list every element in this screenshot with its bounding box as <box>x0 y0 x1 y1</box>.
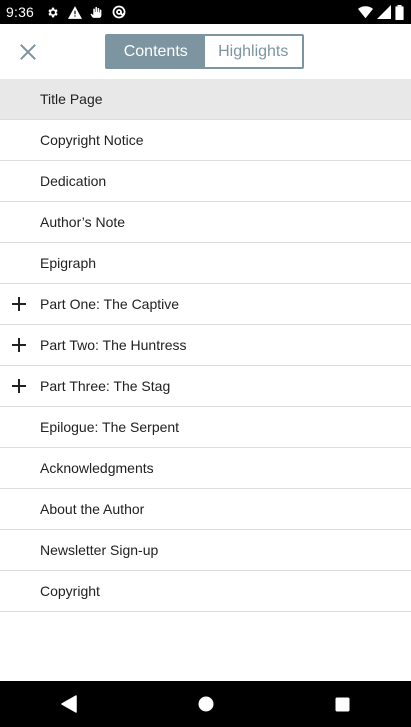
table-of-contents-list: Title Page Copyright Notice Dedication Auth… <box>0 79 411 612</box>
status-bar-right <box>358 4 404 20</box>
home-circle-icon <box>198 696 214 712</box>
toc-header: Contents Highlights <box>0 24 411 79</box>
toc-item-label: Copyright <box>40 583 100 599</box>
recents-button[interactable] <box>323 684 363 724</box>
toc-item[interactable]: Copyright Notice <box>0 120 411 161</box>
at-sign-icon <box>111 5 126 20</box>
toc-item[interactable]: Part One: The Captive <box>0 284 411 325</box>
toc-item[interactable]: Epigraph <box>0 243 411 284</box>
toc-item[interactable]: About the Author <box>0 489 411 530</box>
toc-item[interactable]: Dedication <box>0 161 411 202</box>
settings-gear-icon <box>45 5 60 20</box>
toc-item-label: About the Author <box>40 501 145 517</box>
toc-item[interactable]: Acknowledgments <box>0 448 411 489</box>
toc-item-label: Copyright Notice <box>40 132 144 148</box>
toc-item-label: Newsletter Sign-up <box>40 542 159 558</box>
home-button[interactable] <box>186 684 226 724</box>
tab-highlights[interactable]: Highlights <box>204 36 302 67</box>
status-bar: 9:36 <box>0 0 411 24</box>
expand-plus-icon[interactable] <box>11 296 27 312</box>
toc-item-label: Part Two: The Huntress <box>40 337 187 353</box>
toc-item-label: Part Three: The Stag <box>40 378 171 394</box>
battery-icon <box>394 4 404 20</box>
back-button[interactable] <box>49 684 89 724</box>
toc-item[interactable]: Newsletter Sign-up <box>0 530 411 571</box>
toc-item-label: Author’s Note <box>40 214 126 230</box>
tab-contents[interactable]: Contents <box>107 36 205 67</box>
status-bar-left: 9:36 <box>6 4 126 20</box>
toc-item-label: Epigraph <box>40 255 97 271</box>
toc-item[interactable]: Part Three: The Stag <box>0 366 411 407</box>
navigation-bar <box>0 681 411 727</box>
contents-highlights-toggle: Contents Highlights <box>105 34 304 69</box>
expand-plus-icon[interactable] <box>11 337 27 353</box>
toc-item[interactable]: Epilogue: The Serpent <box>0 407 411 448</box>
cellular-signal-icon <box>376 5 391 20</box>
close-x-icon <box>20 44 36 60</box>
warning-triangle-icon <box>67 5 82 20</box>
toc-item[interactable]: Part Two: The Huntress <box>0 325 411 366</box>
close-button[interactable] <box>12 36 44 68</box>
wifi-icon <box>358 5 373 20</box>
expand-plus-icon[interactable] <box>11 378 27 394</box>
toc-item[interactable]: Title Page <box>0 79 411 120</box>
toc-item-label: Dedication <box>40 173 107 189</box>
recents-square-icon <box>335 697 350 712</box>
toc-item-label: Epilogue: The Serpent <box>40 419 180 435</box>
toc-item-label: Part One: The Captive <box>40 296 180 312</box>
toc-item-label: Acknowledgments <box>40 460 154 476</box>
notification-hand-icon <box>89 5 104 20</box>
toc-item[interactable]: Copyright <box>0 571 411 612</box>
back-triangle-icon <box>60 695 77 713</box>
toc-item[interactable]: Author’s Note <box>0 202 411 243</box>
toc-item-label: Title Page <box>40 91 103 107</box>
status-time: 9:36 <box>6 4 35 20</box>
